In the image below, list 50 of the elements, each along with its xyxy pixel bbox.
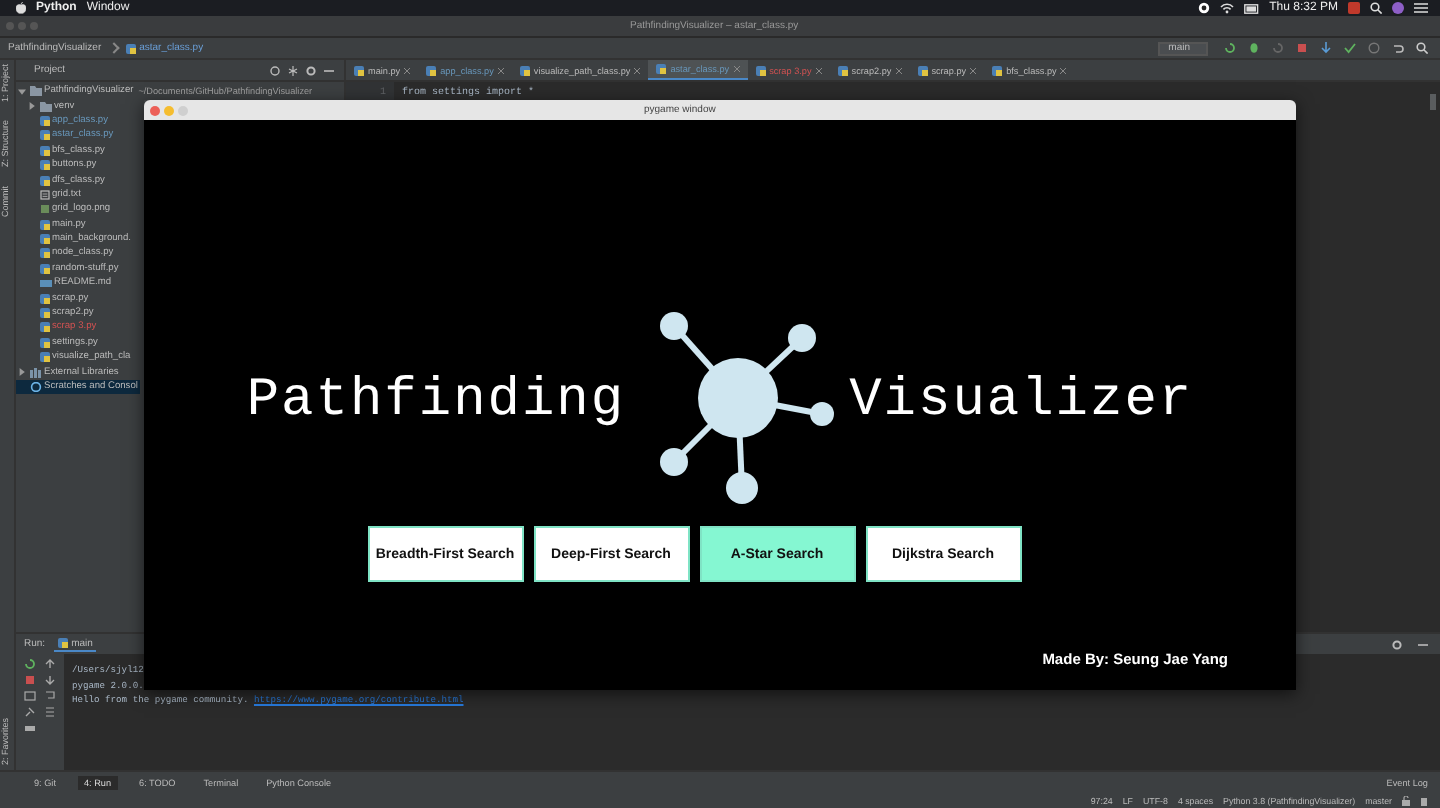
python-file-icon [125,43,136,53]
scroll-end-icon[interactable] [44,706,56,718]
wifi-icon[interactable] [1219,2,1234,14]
scrollbar[interactable] [1430,94,1436,110]
wrap-icon[interactable] [44,690,56,702]
search-icon[interactable] [1416,42,1428,54]
collapsed-arrow-icon[interactable] [18,368,26,377]
stop-icon[interactable] [1296,42,1308,54]
library-icon [29,367,41,378]
stop-icon[interactable] [24,674,36,686]
python-file-icon [519,65,530,75]
minimize-icon[interactable] [324,65,334,75]
rerun-icon[interactable] [24,658,36,670]
search-icon[interactable] [1370,2,1382,14]
console-icon [29,382,41,392]
undo-icon[interactable] [1392,42,1404,54]
close-icon[interactable] [733,66,740,72]
python-file-icon [755,65,766,75]
python-file-icon [354,65,364,75]
lock-icon[interactable] [1402,795,1410,805]
close-icon[interactable] [634,67,641,73]
minimize-icon[interactable] [1418,639,1428,649]
app-title: Visualizer [849,371,1194,431]
expanded-arrow-icon[interactable] [18,87,26,96]
window-close-button[interactable] [150,105,160,115]
apple-logo-icon[interactable] [16,2,26,14]
close-icon[interactable] [497,67,504,73]
layout-icon[interactable] [24,690,36,702]
close-icon[interactable] [404,67,411,73]
python-file-icon [656,64,667,74]
python-file-icon [57,638,68,648]
python-file-icon [917,65,928,75]
close-icon[interactable] [815,67,822,73]
app-title: Pathfinding [246,371,626,431]
check-icon[interactable] [1344,42,1356,54]
close-icon[interactable] [1060,67,1067,73]
python-file-icon [992,65,1003,75]
text-file-icon [39,189,49,200]
record-icon[interactable] [1197,2,1210,14]
close-icon[interactable] [895,67,902,73]
python-file-icon [426,65,437,75]
rerun-icon[interactable] [1224,42,1236,54]
battery-icon[interactable] [1243,3,1260,13]
python-file-icon [837,65,848,75]
up-arrow-icon[interactable] [44,658,56,670]
pull-icon[interactable] [1320,42,1332,54]
menu-icon[interactable] [1414,2,1428,14]
close-icon[interactable] [970,67,977,73]
collapsed-arrow-icon[interactable] [28,102,36,111]
down-arrow-icon[interactable] [44,674,56,686]
